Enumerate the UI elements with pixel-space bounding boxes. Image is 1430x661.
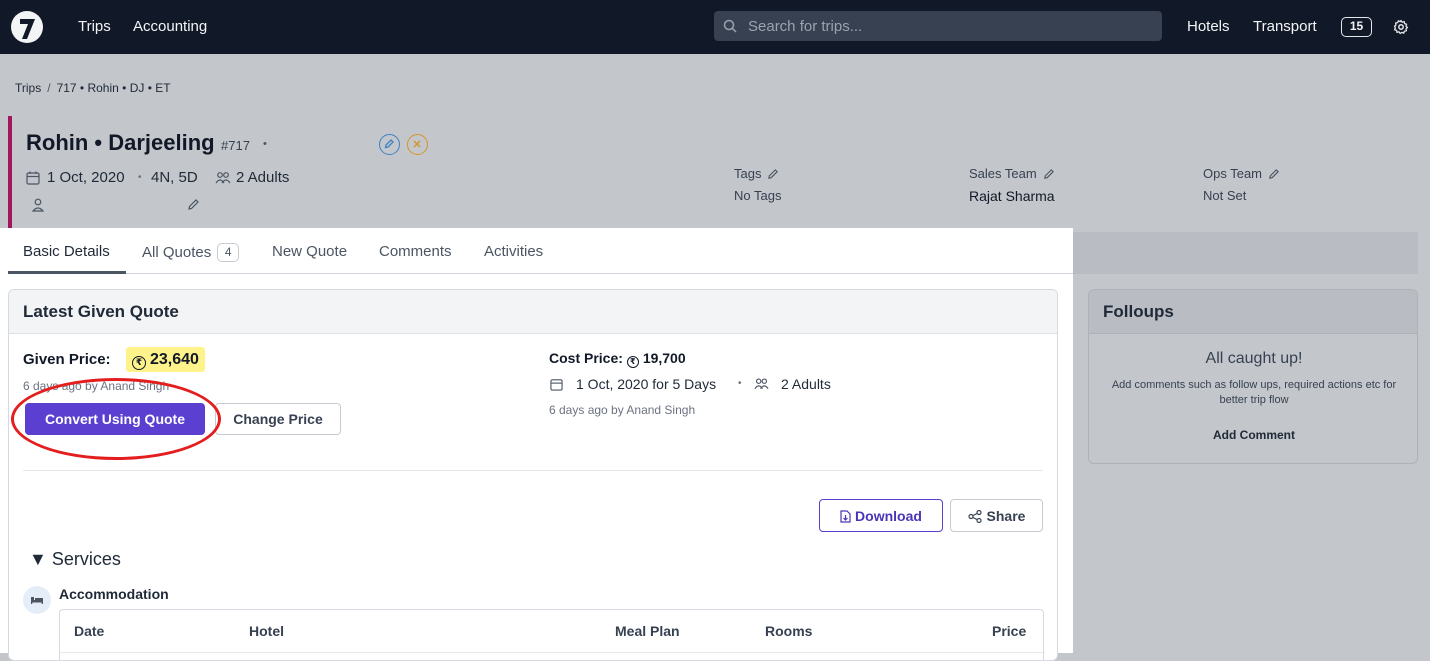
change-price-button[interactable]: Change Price — [215, 403, 341, 435]
column-header-rooms: Rooms — [765, 623, 813, 639]
logo-icon[interactable] — [10, 10, 44, 44]
quotes-count-badge: 4 — [217, 243, 240, 262]
tags-section: Tags No Tags — [734, 166, 781, 203]
rupee-icon: ₹ — [626, 356, 639, 368]
gear-icon[interactable] — [1393, 19, 1409, 35]
bed-icon — [23, 586, 51, 614]
edit-sales-team-icon[interactable] — [1043, 168, 1055, 180]
notification-count-badge[interactable]: 15 — [1341, 17, 1372, 37]
trip-dot: • — [263, 138, 267, 150]
edit-trip-button[interactable] — [379, 134, 400, 155]
sales-team-value: Rajat Sharma — [969, 188, 1055, 204]
breadcrumb-trips[interactable]: Trips — [15, 81, 41, 95]
cost-dates: 1 Oct, 2020 for 5 Days — [576, 376, 717, 392]
edit-tags-icon[interactable] — [767, 168, 779, 180]
rupee-icon: ₹ — [132, 356, 146, 370]
column-header-price: Price — [992, 623, 1027, 639]
breadcrumb-current: 717 • Rohin • DJ • ET — [56, 81, 171, 95]
ops-team-value: Not Set — [1203, 188, 1247, 203]
add-comment-link[interactable]: Add Comment — [1089, 428, 1417, 442]
tab-bar: Basic Details All Quotes 4 New Quote Comm… — [8, 232, 1073, 274]
edit-ops-team-icon[interactable] — [1268, 168, 1280, 180]
trip-id: #717 — [221, 138, 250, 153]
calendar-icon — [26, 171, 40, 185]
cost-price-label: Cost Price: — [549, 350, 623, 366]
column-header-hotel: Hotel — [249, 623, 284, 639]
cost-price-meta: 6 days ago by Anand Singh — [549, 403, 696, 417]
meta-separator: • — [138, 172, 142, 183]
tab-new-quote[interactable]: New Quote — [272, 243, 347, 260]
followups-empty-title: All caught up! — [1205, 350, 1303, 367]
latest-quote-card: Latest Given Quote Given Price: ₹23,640 … — [8, 289, 1058, 661]
file-download-icon — [840, 509, 851, 523]
share-label: Share — [986, 507, 1026, 524]
share-icon — [967, 509, 982, 523]
given-price-meta: 6 days ago by Anand Singh — [23, 379, 170, 393]
breadcrumb-separator: / — [47, 81, 51, 95]
convert-using-quote-button[interactable]: Convert Using Quote — [25, 403, 205, 435]
trip-title: Rohin • Darjeeling — [26, 130, 215, 155]
trip-travelers: 2 Adults — [236, 169, 290, 186]
cost-travelers: 2 Adults — [781, 376, 831, 392]
trip-duration: 4N, 5D — [151, 169, 198, 186]
cost-separator: • — [738, 378, 742, 389]
people-icon — [215, 172, 231, 184]
followups-card: Folloups All caught up! Add comments suc… — [1088, 289, 1418, 464]
nav-accounting[interactable]: Accounting — [133, 18, 207, 35]
search-input[interactable] — [748, 11, 1148, 41]
share-button[interactable]: Share — [950, 499, 1043, 532]
tab-strip-overlay — [1073, 232, 1418, 274]
given-price-label: Given Price: — [23, 351, 111, 368]
sales-team-label: Sales Team — [969, 166, 1037, 181]
followups-heading: Folloups — [1103, 302, 1174, 321]
user-icon — [32, 198, 44, 212]
latest-quote-heading: Latest Given Quote — [23, 302, 179, 321]
calendar-icon — [550, 379, 563, 391]
search-icon — [723, 19, 737, 33]
people-icon — [754, 378, 769, 390]
trip-date: 1 Oct, 2020 — [47, 169, 125, 186]
column-header-date: Date — [74, 623, 105, 639]
edit-owner-icon[interactable] — [187, 198, 200, 211]
close-icon — [413, 140, 421, 148]
accommodation-title: Accommodation — [59, 586, 169, 602]
top-navbar: Trips Accounting Hotels Transport 15 — [0, 0, 1430, 54]
nav-trips[interactable]: Trips — [78, 18, 111, 35]
cost-price-amount: 19,700 — [642, 350, 686, 366]
table-divider — [60, 652, 1045, 653]
cancel-trip-button[interactable] — [407, 134, 428, 155]
latest-quote-header: Latest Given Quote — [9, 290, 1057, 334]
search-box[interactable] — [714, 11, 1162, 41]
download-label: Download — [855, 507, 922, 524]
breadcrumb: Trips / 717 • Rohin • DJ • ET — [15, 81, 175, 95]
followups-header: Folloups — [1089, 290, 1417, 334]
tab-activities[interactable]: Activities — [484, 243, 543, 260]
nav-transport[interactable]: Transport — [1253, 18, 1317, 35]
services-toggle[interactable]: ▼ Services — [29, 549, 121, 570]
ops-team-section: Ops Team Not Set — [1203, 166, 1280, 203]
ops-team-label: Ops Team — [1203, 166, 1263, 181]
tab-all-quotes-label: All Quotes — [142, 244, 212, 261]
tags-value: No Tags — [734, 188, 782, 203]
tab-all-quotes[interactable]: All Quotes 4 — [142, 243, 240, 262]
column-header-meal-plan: Meal Plan — [615, 623, 680, 639]
download-button[interactable]: Download — [819, 499, 943, 532]
accommodation-table: Date Hotel Meal Plan Rooms Price — [59, 609, 1045, 660]
given-price-amount: 23,640 — [150, 351, 199, 368]
sales-team-section: Sales Team Rajat Sharma — [969, 166, 1055, 204]
tab-comments[interactable]: Comments — [379, 243, 452, 260]
tab-basic-details[interactable]: Basic Details — [23, 243, 110, 260]
divider — [23, 470, 1043, 471]
active-tab-indicator — [8, 271, 126, 274]
pencil-icon — [384, 139, 394, 149]
tags-label: Tags — [734, 166, 762, 181]
trip-header: Rohin • Darjeeling #717 • 1 Oct, 2020 • … — [8, 116, 1418, 231]
given-price-value: ₹23,640 — [126, 347, 205, 372]
followups-description: Add comments such as follow ups, require… — [1111, 379, 1397, 406]
nav-hotels[interactable]: Hotels — [1187, 18, 1230, 35]
cost-price: Cost Price: ₹19,700 — [549, 350, 686, 368]
